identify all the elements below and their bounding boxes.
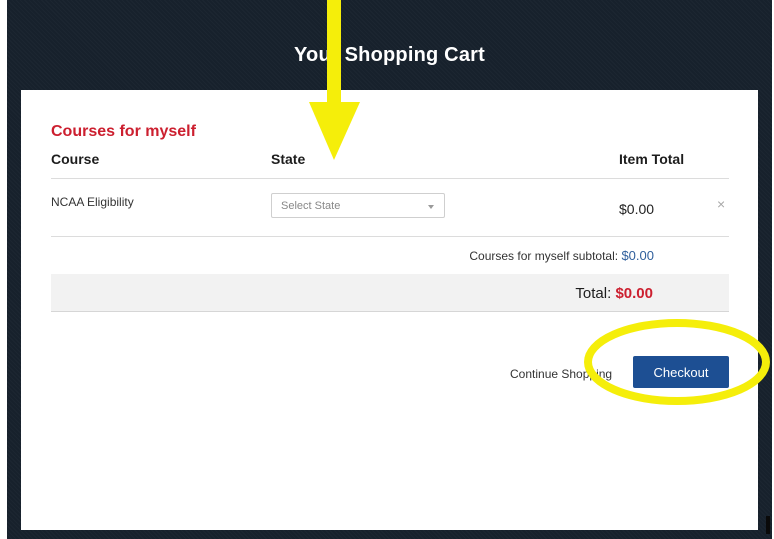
column-header-course: Course <box>51 151 100 167</box>
course-name: NCAA Eligibility <box>51 195 134 209</box>
item-total: $0.00 <box>619 201 655 217</box>
column-header-state: State <box>271 151 306 167</box>
total-bar: Total: $0.00 <box>51 274 729 312</box>
total: Total: $0.00 <box>575 285 653 302</box>
edge-mark <box>766 516 770 534</box>
cart-panel: Courses for myself Course State Item Tot… <box>21 90 758 530</box>
section-title: Courses for myself <box>51 123 196 140</box>
subtotal: Courses for myself subtotal: $0.00 <box>469 248 654 263</box>
checkout-button[interactable]: Checkout <box>633 356 729 388</box>
chevron-down-icon <box>428 205 434 209</box>
state-select-value: Select State <box>281 200 341 212</box>
subtotal-label: Courses for myself subtotal: <box>469 249 619 263</box>
row-divider <box>51 236 729 237</box>
modal-title: Your Shopping Cart <box>294 44 485 66</box>
total-value: $0.00 <box>615 285 653 302</box>
state-select[interactable]: Select State <box>271 193 445 218</box>
header-divider <box>51 178 729 179</box>
remove-item-icon[interactable]: × <box>717 196 725 212</box>
continue-shopping-link[interactable]: Continue Shopping <box>510 367 612 381</box>
column-header-item-total: Item Total <box>619 151 685 167</box>
subtotal-value: $0.00 <box>621 248 654 263</box>
total-label: Total: <box>575 285 612 302</box>
